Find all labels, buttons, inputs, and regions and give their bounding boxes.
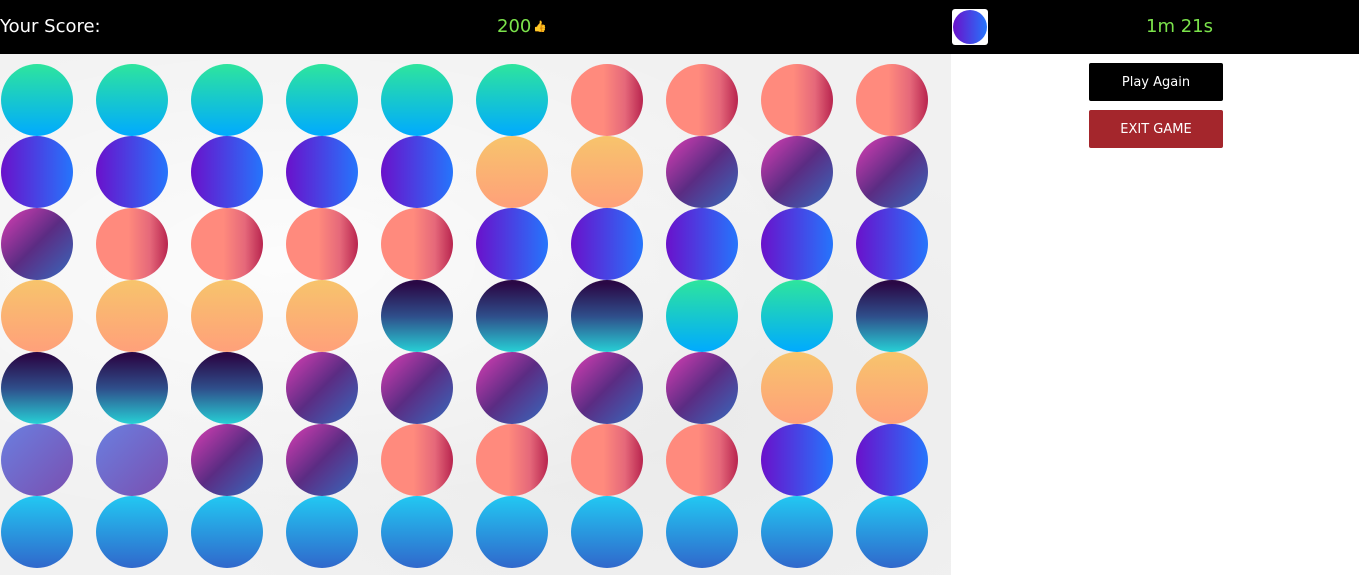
ball-salmon[interactable] [191,208,263,280]
ball-salmon[interactable] [476,424,548,496]
ball-magenta[interactable] [1,208,73,280]
timer: 1m 21s [1146,16,1213,37]
ball-salmon[interactable] [96,208,168,280]
ball-magenta[interactable] [286,352,358,424]
ball-sky[interactable] [191,496,263,568]
ball-peach[interactable] [191,280,263,352]
ball-purple-blue[interactable] [666,208,738,280]
ball-purple-blue[interactable] [571,208,643,280]
ball-salmon[interactable] [856,64,928,136]
ball-green[interactable] [666,280,738,352]
ball-peach[interactable] [286,280,358,352]
ball-peach[interactable] [476,136,548,208]
ball-salmon[interactable] [381,424,453,496]
ball-purple-blue[interactable] [96,136,168,208]
ball-purple-blue[interactable] [1,136,73,208]
ball-magenta[interactable] [571,352,643,424]
ball-salmon[interactable] [666,424,738,496]
ball-salmon[interactable] [571,64,643,136]
ball-sky[interactable] [96,496,168,568]
ball-purple-blue[interactable] [381,136,453,208]
ball-salmon[interactable] [761,64,833,136]
ball-navy[interactable] [856,280,928,352]
play-again-button[interactable]: Play Again [1089,63,1223,101]
ball-navy[interactable] [1,352,73,424]
ball-peach[interactable] [96,280,168,352]
ball-lavender[interactable] [96,424,168,496]
ball-salmon[interactable] [571,424,643,496]
ball-green[interactable] [191,64,263,136]
ball-salmon[interactable] [666,64,738,136]
ball-navy[interactable] [571,280,643,352]
ball-green[interactable] [476,64,548,136]
ball-green[interactable] [761,280,833,352]
exit-game-button[interactable]: EXIT GAME [1089,110,1223,148]
ball-sky[interactable] [666,496,738,568]
ball-purple-blue[interactable] [476,208,548,280]
ball-peach[interactable] [571,136,643,208]
ball-peach[interactable] [856,352,928,424]
ball-green[interactable] [96,64,168,136]
ball-green[interactable] [286,64,358,136]
ball-green[interactable] [1,64,73,136]
ball-navy[interactable] [96,352,168,424]
ball-salmon[interactable] [381,208,453,280]
current-color-swatch [952,9,988,45]
ball-peach[interactable] [1,280,73,352]
ball-purple-blue[interactable] [191,136,263,208]
ball-sky[interactable] [571,496,643,568]
ball-lavender[interactable] [1,424,73,496]
ball-magenta[interactable] [476,352,548,424]
ball-navy[interactable] [191,352,263,424]
top-bar: Your Score: 200 👍 1m 21s [0,0,1359,54]
score-label: Your Score: [0,16,101,37]
ball-magenta[interactable] [856,136,928,208]
ball-purple-blue[interactable] [286,136,358,208]
ball-navy[interactable] [476,280,548,352]
ball-salmon[interactable] [286,208,358,280]
ball-sky[interactable] [476,496,548,568]
ball-magenta[interactable] [286,424,358,496]
ball-sky[interactable] [381,496,453,568]
ball-magenta[interactable] [381,352,453,424]
current-color-dot [953,10,987,44]
thumbs-up-icon: 👍 [533,20,547,33]
ball-purple-blue[interactable] [856,424,928,496]
ball-sky[interactable] [761,496,833,568]
ball-green[interactable] [381,64,453,136]
ball-sky[interactable] [286,496,358,568]
ball-purple-blue[interactable] [761,208,833,280]
ball-navy[interactable] [381,280,453,352]
ball-magenta[interactable] [666,136,738,208]
ball-sky[interactable] [856,496,928,568]
ball-purple-blue[interactable] [856,208,928,280]
ball-sky[interactable] [1,496,73,568]
ball-purple-blue[interactable] [761,424,833,496]
game-board [0,54,951,575]
ball-peach[interactable] [761,352,833,424]
ball-magenta[interactable] [761,136,833,208]
ball-magenta[interactable] [666,352,738,424]
score-value: 200 [497,16,532,37]
ball-magenta[interactable] [191,424,263,496]
